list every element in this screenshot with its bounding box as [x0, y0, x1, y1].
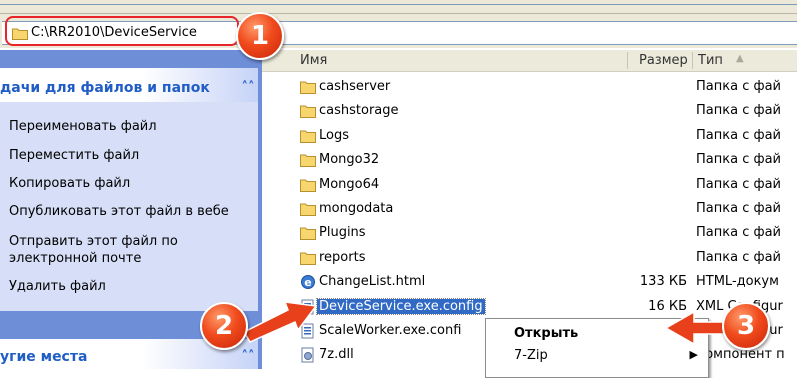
- file-row[interactable]: Mongo64 Папка с фай: [262, 175, 797, 197]
- file-type: Папка с фай: [696, 201, 782, 216]
- folder-icon: [300, 130, 316, 143]
- file-type: Папка с фай: [696, 103, 782, 119]
- file-row[interactable]: e ChangeList.html 133 КБ HTML-докум: [262, 272, 797, 294]
- step-badge-1: 1: [236, 12, 284, 60]
- file-row[interactable]: Logs Папка с фай: [262, 126, 797, 148]
- file-row[interactable]: mongodata Папка с фай: [262, 199, 797, 221]
- step-badge-2: 2: [200, 302, 248, 350]
- file-type: Папка с фай: [696, 79, 782, 94]
- file-name: ScaleWorker.exe.confi: [319, 323, 462, 338]
- folder-icon: [300, 179, 316, 192]
- file-name: Mongo32: [319, 152, 380, 168]
- file-type: Папка с фай: [696, 152, 782, 168]
- file-name: Mongo64: [319, 176, 380, 192]
- task-copy-file[interactable]: Копировать файл: [9, 176, 130, 191]
- task-email-file-cont[interactable]: электронной почте: [9, 251, 141, 266]
- file-name: cashserver: [319, 79, 391, 94]
- folder-icon: [300, 203, 316, 216]
- file-name: DeviceService.exe.config: [316, 297, 486, 315]
- folder-icon: [300, 252, 316, 265]
- task-move-file[interactable]: Переместить файл: [9, 148, 139, 163]
- file-type: Папка с фай: [696, 249, 782, 265]
- file-type: Папка с фай: [696, 127, 782, 143]
- sort-arrow-icon: ▲: [736, 53, 744, 64]
- folder-icon: [300, 154, 316, 168]
- file-row[interactable]: cashserver Папка с фай: [262, 77, 797, 99]
- submenu-arrow-icon: ▶: [689, 348, 698, 361]
- html-file-icon: e: [301, 275, 315, 290]
- file-name: cashstorage: [319, 103, 399, 119]
- window-top-border: [0, 0, 797, 14]
- task-rename-file[interactable]: Переименовать файл: [9, 119, 157, 134]
- task-delete-file[interactable]: Удалить файл: [9, 279, 106, 294]
- file-size: 133 КБ: [639, 274, 687, 290]
- other-places-title: угие места: [0, 349, 88, 365]
- file-type: HTML-докум: [696, 274, 779, 290]
- file-type: Папка с фай: [696, 176, 782, 192]
- collapse-chevron-icon[interactable]: ˄˄: [240, 349, 256, 365]
- file-name: Plugins: [319, 225, 366, 241]
- file-type: Папка с фай: [696, 225, 782, 241]
- file-name: mongodata: [319, 201, 394, 216]
- column-name[interactable]: Имя: [300, 53, 327, 68]
- folder-icon: [300, 105, 316, 119]
- step-badge-3: 3: [722, 302, 770, 350]
- folder-icon: [300, 227, 316, 241]
- address-highlight: [5, 16, 239, 46]
- column-size[interactable]: Размер: [639, 53, 688, 68]
- svg-text:e: e: [304, 276, 311, 289]
- file-name: ChangeList.html: [319, 274, 426, 290]
- task-publish-file[interactable]: Опубликовать этот файл в вебе: [9, 204, 229, 219]
- column-header: Имя Размер Тип ▲: [262, 50, 797, 72]
- file-row[interactable]: Mongo32 Папка с фай: [262, 150, 797, 172]
- file-row[interactable]: Plugins Папка с фай: [262, 223, 797, 245]
- file-row[interactable]: cashstorage Папка с фай: [262, 101, 797, 123]
- folder-icon: [300, 81, 316, 94]
- collapse-chevron-icon[interactable]: ˄˄: [240, 80, 256, 96]
- task-email-file[interactable]: Отправить этот файл по: [9, 234, 178, 249]
- file-name: reports: [319, 249, 366, 265]
- file-name: Logs: [319, 127, 349, 143]
- file-name: 7z.dll: [319, 347, 354, 363]
- dll-file-icon: [301, 347, 314, 363]
- menu-item-7zip[interactable]: 7-Zip ▶: [486, 345, 708, 367]
- file-tasks-title: дачи для файлов и папок: [0, 80, 210, 96]
- file-row[interactable]: reports Папка с фай: [262, 248, 797, 270]
- file-type: Компонент п: [696, 347, 785, 363]
- column-type[interactable]: Тип: [698, 53, 723, 68]
- pointer-arrow-2: [242, 301, 318, 343]
- file-tasks-header[interactable]: дачи для файлов и папок ˄˄: [0, 68, 258, 102]
- file-tasks-panel: дачи для файлов и папок ˄˄ Переименовать…: [0, 68, 258, 311]
